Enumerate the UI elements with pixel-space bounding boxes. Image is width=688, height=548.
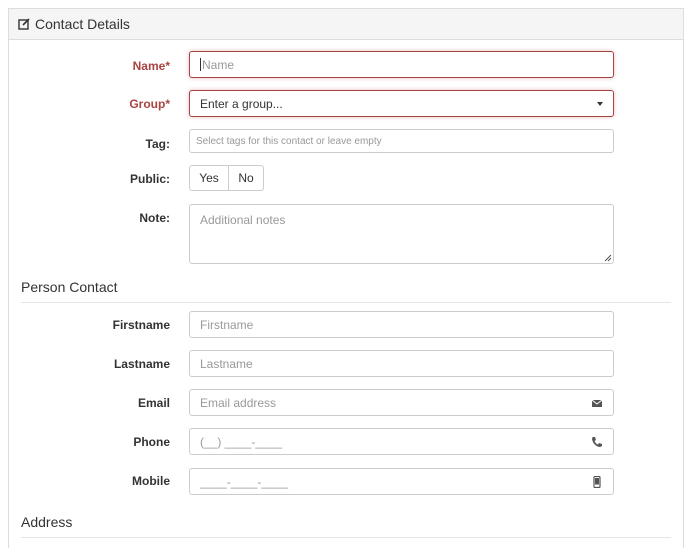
panel-title: Contact Details	[35, 16, 130, 32]
person-contact-title: Person Contact	[21, 279, 118, 295]
phone-placeholder: (__) ____-____	[200, 434, 283, 449]
tag-label: Tag:	[145, 137, 170, 151]
resize-grip-icon[interactable]	[604, 254, 612, 262]
mobile-placeholder: ____-____-____	[200, 474, 289, 489]
caret-down-icon	[597, 101, 603, 106]
public-no-button[interactable]: No	[229, 165, 264, 191]
tag-placeholder: Select tags for this contact or leave em…	[196, 135, 382, 147]
public-yes-button[interactable]: Yes	[189, 165, 229, 191]
group-select-value: Enter a group...	[200, 96, 283, 111]
name-input[interactable]: Name	[189, 51, 614, 78]
mobile-icon	[593, 475, 601, 488]
name-placeholder: Name	[202, 57, 235, 72]
section-divider	[21, 302, 671, 303]
edit-icon	[18, 18, 30, 30]
note-label: Note:	[139, 211, 170, 225]
section-divider	[21, 537, 671, 538]
phone-label: Phone	[133, 435, 170, 449]
mobile-input[interactable]: ____-____-____	[189, 468, 614, 495]
firstname-input[interactable]: Firstname	[189, 311, 614, 338]
group-label: Group*	[129, 97, 170, 111]
lastname-placeholder: Lastname	[200, 356, 253, 371]
note-textarea[interactable]: Additional notes	[189, 204, 614, 264]
group-select[interactable]: Enter a group...	[189, 90, 614, 117]
email-input[interactable]: Email address	[189, 389, 614, 416]
name-label: Name*	[132, 59, 170, 73]
text-cursor	[200, 58, 201, 71]
firstname-label: Firstname	[112, 318, 170, 332]
envelope-icon	[591, 399, 603, 407]
lastname-label: Lastname	[113, 357, 170, 371]
contact-details-panel: Contact Details	[8, 8, 684, 548]
public-toggle-group: Yes No	[189, 165, 264, 191]
phone-input[interactable]: (__) ____-____	[189, 428, 614, 455]
tag-input[interactable]: Select tags for this contact or leave em…	[189, 129, 614, 153]
lastname-input[interactable]: Lastname	[189, 350, 614, 377]
public-label: Public:	[129, 172, 170, 186]
address-title: Address	[21, 514, 73, 530]
email-label: Email	[137, 396, 170, 410]
phone-icon	[592, 436, 602, 447]
mobile-label: Mobile	[132, 474, 170, 488]
email-placeholder: Email address	[200, 395, 277, 410]
firstname-placeholder: Firstname	[200, 317, 254, 332]
panel-heading: Contact Details	[9, 9, 683, 40]
note-placeholder: Additional notes	[200, 213, 286, 227]
